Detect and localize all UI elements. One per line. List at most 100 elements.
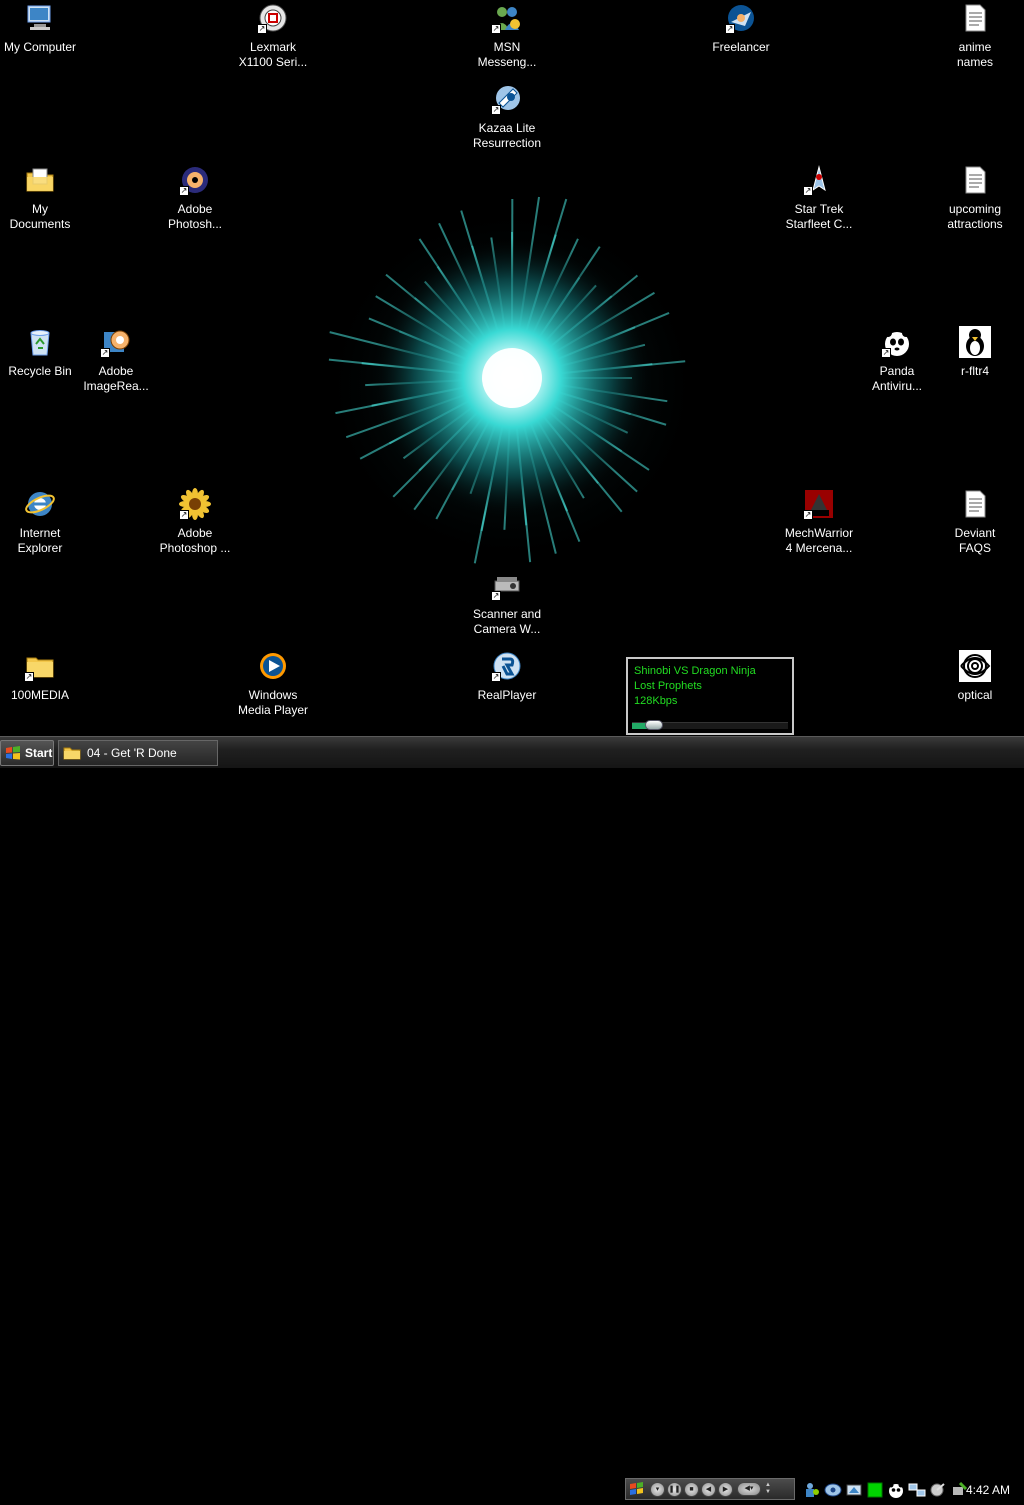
seek-bar[interactable]: [632, 722, 788, 729]
panda-tray-icon[interactable]: [887, 1481, 905, 1499]
text-document-icon: [959, 488, 991, 520]
desktop-icon-lexmark[interactable]: ↗Lexmark X1100 Seri...: [233, 0, 313, 70]
desktop-icon-label: RealPlayer: [478, 688, 537, 703]
desktop: My Computer ↗Lexmark X1100 Seri... ↗MSN Me…: [0, 0, 1024, 736]
desktop-icon-scanner[interactable]: ↗ Scanner and Camera W...: [467, 567, 547, 637]
desktop-icon-label: My Documents: [10, 202, 71, 232]
media-player-toolbar: ▾ ❚❚ ■ ◀ ▶ ◀▾ ▲▼: [625, 1478, 795, 1500]
shortcut-arrow-icon: ↗: [179, 510, 189, 520]
spiral-image-icon: [959, 650, 991, 682]
desktop-icon-r-fltr4[interactable]: r-fltr4: [935, 324, 1015, 379]
next-icon[interactable]: ▶: [718, 1482, 733, 1497]
previous-icon[interactable]: ◀: [701, 1482, 716, 1497]
desktop-icon-optical[interactable]: optical: [935, 648, 1015, 703]
desktop-icon-photoshop-album[interactable]: ↗ Adobe Photosh...: [155, 162, 235, 232]
text-document-icon: [959, 164, 991, 196]
folder-icon: [63, 745, 81, 761]
shortcut-arrow-icon: ↗: [24, 672, 34, 682]
desktop-icon-kazaa[interactable]: ↗ Kazaa Lite Resurrection: [467, 81, 547, 151]
realplayer-icon: ↗: [491, 650, 523, 682]
windows-logo-icon: [5, 745, 21, 761]
shortcut-arrow-icon: ↗: [491, 105, 501, 115]
desktop-icon-label: Adobe ImageRea...: [83, 364, 148, 394]
shortcut-arrow-icon: ↗: [491, 672, 501, 682]
desktop-icon-imageready[interactable]: ↗ Adobe ImageRea...: [76, 324, 156, 394]
desktop-icon-100media[interactable]: ↗ 100MEDIA: [0, 648, 80, 703]
seek-handle[interactable]: [645, 720, 663, 730]
network-connection-icon[interactable]: [803, 1481, 821, 1499]
desktop-icon-upcoming[interactable]: upcoming attractions: [935, 162, 1015, 232]
desktop-icon-label: Adobe Photosh...: [168, 202, 222, 232]
imageready-icon: ↗: [100, 326, 132, 358]
freelancer-game-icon: ↗: [725, 2, 757, 34]
desktop-icon-my-documents[interactable]: My Documents: [0, 162, 80, 232]
internet-explorer-icon: [24, 488, 56, 520]
desktop-icon-label: Internet Explorer: [18, 526, 63, 556]
now-playing-popup: Shinobi VS Dragon Ninja Lost Prophets 12…: [626, 657, 794, 735]
desktop-icon-label: upcoming attractions: [947, 202, 1002, 232]
scanner-camera-icon: ↗: [491, 569, 523, 601]
green-status-icon[interactable]: [866, 1481, 884, 1499]
msn-messenger-icon: ↗: [491, 2, 523, 34]
desktop-icon-label: Scanner and Camera W...: [473, 607, 541, 637]
shortcut-arrow-icon: ↗: [491, 591, 501, 601]
start-label: Start: [25, 746, 52, 760]
desktop-icon-label: My Computer: [4, 40, 76, 55]
desktop-icon-label: r-fltr4: [961, 364, 989, 379]
desktop-icon-msn[interactable]: ↗MSN Messeng...: [467, 0, 547, 70]
starship-icon: ↗: [803, 164, 835, 196]
desktop-icon-label: Deviant FAQS: [955, 526, 996, 556]
desktop-icon-photoshop[interactable]: ↗ Adobe Photoshop ...: [155, 486, 235, 556]
satellite-icon[interactable]: [929, 1481, 947, 1499]
shortcut-arrow-icon: ↗: [803, 510, 813, 520]
desktop-icon-freelancer[interactable]: ↗ Freelancer: [701, 0, 781, 55]
network-icon[interactable]: [908, 1481, 926, 1499]
shortcut-arrow-icon: ↗: [100, 348, 110, 358]
desktop-icon-mechwarrior[interactable]: ↗MechWarrior 4 Mercena...: [779, 486, 859, 556]
folder-icon: ↗: [24, 650, 56, 682]
desktop-icon-label: Windows Media Player: [238, 688, 308, 718]
kazaa-tray-icon[interactable]: [845, 1481, 863, 1499]
sunflower-icon: ↗: [179, 488, 211, 520]
mercs-game-icon: ↗: [803, 488, 835, 520]
desktop-icon-deviant-faqs[interactable]: Deviant FAQS: [935, 486, 1015, 556]
toolbar-scroll-arrows[interactable]: ▲▼: [765, 1482, 773, 1496]
desktop-icon-anime-names[interactable]: anime names: [935, 0, 1015, 70]
desktop-icon-label: Panda Antiviru...: [872, 364, 922, 394]
task-button-folder[interactable]: 04 - Get 'R Done: [58, 740, 218, 766]
shortcut-arrow-icon: ↗: [803, 186, 813, 196]
stop-icon[interactable]: ▾: [650, 1482, 665, 1497]
stop-square-icon[interactable]: ■: [684, 1482, 699, 1497]
messenger-tray-icon[interactable]: [824, 1481, 842, 1499]
desktop-icon-my-computer[interactable]: My Computer: [0, 0, 80, 55]
desktop-icon-label: optical: [958, 688, 993, 703]
taskbar: Start 04 - Get 'R Done ▾ ❚❚ ■ ◀ ▶ ◀▾ ▲▼: [0, 736, 1024, 768]
windows-media-logo-icon: [628, 1480, 648, 1498]
system-tray: 4:42 AM: [800, 1475, 1024, 1505]
shortcut-arrow-icon: ↗: [179, 186, 189, 196]
shortcut-arrow-icon: ↗: [257, 24, 267, 34]
desktop-icon-label: Kazaa Lite Resurrection: [473, 121, 541, 151]
desktop-icon-label: Recycle Bin: [8, 364, 71, 379]
desktop-icon-panda[interactable]: ↗ Panda Antiviru...: [857, 324, 937, 394]
start-button[interactable]: Start: [0, 740, 54, 766]
volume-icon[interactable]: ◀▾: [737, 1482, 761, 1496]
desktop-icon-star-trek[interactable]: ↗Star Trek Starfleet C...: [779, 162, 859, 232]
desktop-icon-label: Adobe Photoshop ...: [160, 526, 231, 556]
computer-icon: [24, 2, 56, 34]
text-document-icon: [959, 2, 991, 34]
desktop-icon-realplayer[interactable]: ↗ RealPlayer: [467, 648, 547, 703]
taskbar-clock[interactable]: 4:42 AM: [966, 1483, 1010, 1497]
shortcut-arrow-icon: ↗: [725, 24, 735, 34]
pause-icon[interactable]: ❚❚: [667, 1482, 682, 1497]
panda-icon: ↗: [881, 326, 913, 358]
recycle-bin-icon: [24, 326, 56, 358]
desktop-icon-ie[interactable]: Internet Explorer: [0, 486, 80, 556]
task-button-label: 04 - Get 'R Done: [87, 746, 177, 760]
shortcut-arrow-icon: ↗: [491, 24, 501, 34]
desktop-icon-label: 100MEDIA: [11, 688, 69, 703]
desktop-icon-wmp[interactable]: Windows Media Player: [233, 648, 313, 718]
song-bitrate: 128Kbps: [634, 695, 677, 708]
desktop-icon-label: Freelancer: [712, 40, 769, 55]
desktop-icon-recycle-bin[interactable]: Recycle Bin: [0, 324, 80, 379]
